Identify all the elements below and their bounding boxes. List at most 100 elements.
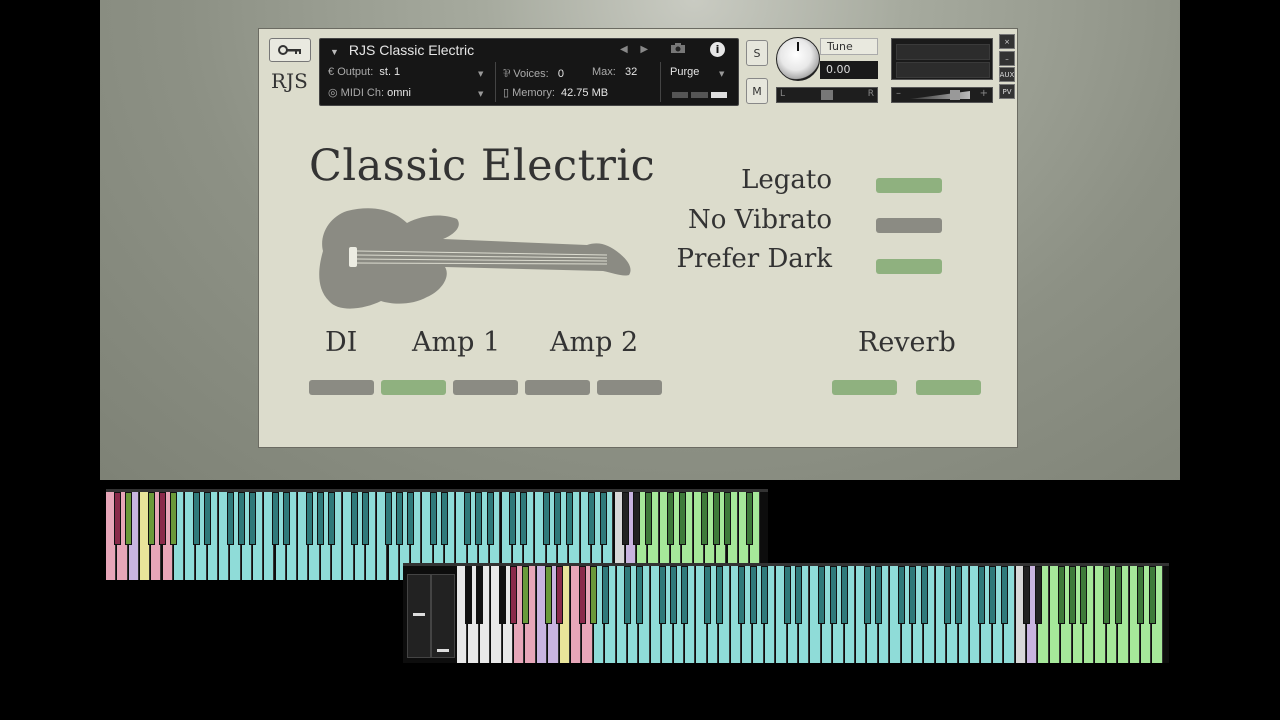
reverb-toggle-b[interactable] <box>916 380 981 395</box>
di-toggle[interactable] <box>309 380 374 395</box>
black-key[interactable] <box>226 492 234 545</box>
black-key[interactable] <box>237 492 245 545</box>
black-key[interactable] <box>350 492 358 545</box>
black-key[interactable] <box>1103 566 1111 625</box>
legato-toggle[interactable] <box>876 178 942 193</box>
black-key[interactable] <box>624 566 632 625</box>
black-key[interactable] <box>601 566 609 625</box>
black-key[interactable] <box>681 566 689 625</box>
black-key[interactable] <box>599 492 607 545</box>
pan-slider-thumb[interactable] <box>821 90 833 100</box>
black-key[interactable] <box>543 492 551 545</box>
black-key[interactable] <box>590 566 598 625</box>
output-selector[interactable]: € Output: st. 1 <box>328 66 400 78</box>
black-key[interactable] <box>989 566 997 625</box>
prev-next-arrows[interactable]: ◀ ▶ <box>620 44 648 55</box>
no-vibrato-toggle[interactable] <box>876 218 942 233</box>
black-key[interactable] <box>644 492 652 545</box>
amp2-toggle-a[interactable] <box>525 380 590 395</box>
black-key[interactable] <box>1137 566 1145 625</box>
black-key[interactable] <box>863 566 871 625</box>
black-key[interactable] <box>565 492 573 545</box>
snapshot-camera-icon[interactable] <box>670 42 688 55</box>
black-key[interactable] <box>271 492 279 545</box>
black-key[interactable] <box>678 492 686 545</box>
black-key[interactable] <box>635 566 643 625</box>
purge-dropdown-icon[interactable]: ▼ <box>719 70 724 78</box>
info-icon[interactable]: i <box>710 42 725 57</box>
max-voices[interactable]: Max: 32 <box>592 66 637 78</box>
black-key[interactable] <box>170 492 178 545</box>
black-key[interactable] <box>588 492 596 545</box>
amp1-toggle-b[interactable] <box>453 380 518 395</box>
keyboard-lower[interactable] <box>403 563 1169 663</box>
mute-button[interactable]: M <box>746 78 768 104</box>
black-key[interactable] <box>362 492 370 545</box>
black-key[interactable] <box>305 492 313 545</box>
black-key[interactable] <box>715 566 723 625</box>
collapse-icon[interactable]: ▼ <box>330 47 339 57</box>
black-key[interactable] <box>192 492 200 545</box>
black-key[interactable] <box>818 566 826 625</box>
black-key[interactable] <box>249 492 257 545</box>
mod-wheel[interactable] <box>431 574 455 658</box>
midi-dropdown-icon[interactable]: ▼ <box>478 90 483 98</box>
black-key[interactable] <box>723 492 731 545</box>
black-key[interactable] <box>441 492 449 545</box>
black-key[interactable] <box>544 566 552 625</box>
black-key[interactable] <box>795 566 803 625</box>
black-key[interactable] <box>396 492 404 545</box>
volume-slider-thumb[interactable] <box>950 90 960 100</box>
wrench-icon[interactable] <box>269 38 311 62</box>
black-key[interactable] <box>920 566 928 625</box>
black-key[interactable] <box>977 566 985 625</box>
black-key[interactable] <box>498 566 506 625</box>
black-key[interactable] <box>897 566 905 625</box>
black-key[interactable] <box>1114 566 1122 625</box>
black-key[interactable] <box>510 566 518 625</box>
black-key[interactable] <box>520 492 528 545</box>
black-key[interactable] <box>829 566 837 625</box>
black-key[interactable] <box>486 492 494 545</box>
minimize-icon[interactable]: – <box>999 51 1015 66</box>
black-key[interactable] <box>555 566 563 625</box>
midi-channel-selector[interactable]: ◎ MIDI Ch: omni <box>328 86 411 99</box>
black-key[interactable] <box>407 492 415 545</box>
black-key[interactable] <box>749 566 757 625</box>
black-key[interactable] <box>475 492 483 545</box>
black-key[interactable] <box>669 566 677 625</box>
black-key[interactable] <box>283 492 291 545</box>
black-key[interactable] <box>943 566 951 625</box>
black-key[interactable] <box>761 566 769 625</box>
black-key[interactable] <box>521 566 529 625</box>
black-key[interactable] <box>633 492 641 545</box>
black-key[interactable] <box>704 566 712 625</box>
prefer-dark-toggle[interactable] <box>876 259 942 274</box>
black-key[interactable] <box>554 492 562 545</box>
black-key[interactable] <box>746 492 754 545</box>
black-key[interactable] <box>667 492 675 545</box>
black-key[interactable] <box>954 566 962 625</box>
black-key[interactable] <box>1080 566 1088 625</box>
pitch-wheel[interactable] <box>407 574 431 658</box>
output-dropdown-icon[interactable]: ▼ <box>478 70 483 78</box>
black-key[interactable] <box>476 566 484 625</box>
black-key[interactable] <box>840 566 848 625</box>
black-key[interactable] <box>783 566 791 625</box>
black-key[interactable] <box>578 566 586 625</box>
aux-button[interactable]: AUX <box>999 67 1015 82</box>
black-key[interactable] <box>1034 566 1042 625</box>
black-key[interactable] <box>317 492 325 545</box>
black-key[interactable] <box>384 492 392 545</box>
tune-value[interactable]: 0.00 <box>820 61 878 79</box>
black-key[interactable] <box>875 566 883 625</box>
black-key[interactable] <box>463 492 471 545</box>
black-key[interactable] <box>509 492 517 545</box>
amp2-toggle-b[interactable] <box>597 380 662 395</box>
close-icon[interactable]: × <box>999 34 1015 49</box>
black-key[interactable] <box>701 492 709 545</box>
black-key[interactable] <box>147 492 155 545</box>
black-key[interactable] <box>113 492 121 545</box>
tune-knob[interactable] <box>776 37 820 81</box>
black-key[interactable] <box>1000 566 1008 625</box>
